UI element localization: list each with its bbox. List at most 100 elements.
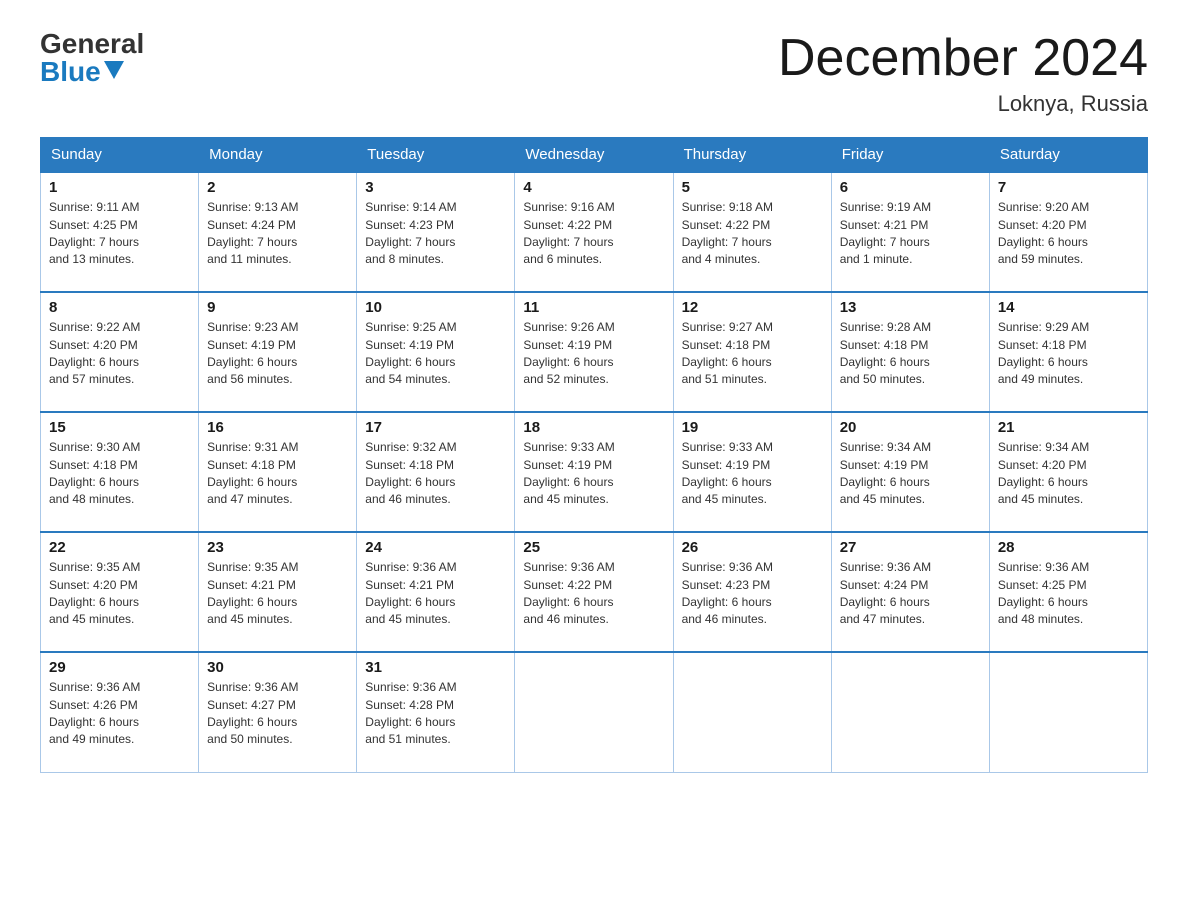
day-info: Sunrise: 9:27 AMSunset: 4:18 PMDaylight:… bbox=[682, 319, 823, 389]
day-number: 12 bbox=[682, 299, 823, 316]
day-number: 17 bbox=[365, 419, 506, 436]
calendar-week-row: 8 Sunrise: 9:22 AMSunset: 4:20 PMDaylight… bbox=[41, 292, 1148, 412]
calendar-cell: 9Sunrise: 9:23 AMSunset: 4:19 PMDaylight… bbox=[199, 292, 357, 412]
logo: General Blue bbox=[40, 30, 144, 86]
day-info: Sunrise: 9:34 AMSunset: 4:19 PMDaylight:… bbox=[840, 439, 981, 509]
weekday-header-friday: Friday bbox=[831, 138, 989, 173]
calendar-table: SundayMondayTuesdayWednesdayThursdayFrid… bbox=[40, 137, 1148, 773]
weekday-header-row: SundayMondayTuesdayWednesdayThursdayFrid… bbox=[41, 138, 1148, 173]
day-number: 24 bbox=[365, 539, 506, 556]
calendar-cell: 13 Sunrise: 9:28 AMSunset: 4:18 PMDayligh… bbox=[831, 292, 989, 412]
logo-triangle-icon bbox=[104, 61, 124, 79]
weekday-header-monday: Monday bbox=[199, 138, 357, 173]
calendar-cell: 11Sunrise: 9:26 AMSunset: 4:19 PMDayligh… bbox=[515, 292, 673, 412]
calendar-cell: 8 Sunrise: 9:22 AMSunset: 4:20 PMDaylight… bbox=[41, 292, 199, 412]
calendar-cell: 12 Sunrise: 9:27 AMSunset: 4:18 PMDayligh… bbox=[673, 292, 831, 412]
day-info: Sunrise: 9:33 AMSunset: 4:19 PMDaylight:… bbox=[682, 439, 823, 509]
calendar-cell: 4Sunrise: 9:16 AMSunset: 4:22 PMDaylight… bbox=[515, 172, 673, 292]
calendar-week-row: 1Sunrise: 9:11 AMSunset: 4:25 PMDaylight… bbox=[41, 172, 1148, 292]
calendar-cell: 6 Sunrise: 9:19 AMSunset: 4:21 PMDaylight… bbox=[831, 172, 989, 292]
calendar-cell: 20 Sunrise: 9:34 AMSunset: 4:19 PMDayligh… bbox=[831, 412, 989, 532]
day-info: Sunrise: 9:23 AMSunset: 4:19 PMDaylight:… bbox=[207, 319, 348, 389]
day-info: Sunrise: 9:36 AMSunset: 4:25 PMDaylight:… bbox=[998, 559, 1139, 629]
calendar-cell: 7Sunrise: 9:20 AMSunset: 4:20 PMDaylight… bbox=[989, 172, 1147, 292]
calendar-cell: 29 Sunrise: 9:36 AMSunset: 4:26 PMDayligh… bbox=[41, 652, 199, 772]
title-block: December 2024 Loknya, Russia bbox=[778, 30, 1148, 117]
day-info: Sunrise: 9:36 AMSunset: 4:27 PMDaylight:… bbox=[207, 679, 348, 749]
day-number: 22 bbox=[49, 539, 190, 556]
logo-general-text: General bbox=[40, 30, 144, 58]
calendar-week-row: 15Sunrise: 9:30 AMSunset: 4:18 PMDayligh… bbox=[41, 412, 1148, 532]
day-info: Sunrise: 9:29 AMSunset: 4:18 PMDaylight:… bbox=[998, 319, 1139, 389]
page-header: General Blue December 2024 Loknya, Russi… bbox=[40, 30, 1148, 117]
calendar-cell: 5 Sunrise: 9:18 AMSunset: 4:22 PMDaylight… bbox=[673, 172, 831, 292]
day-number: 23 bbox=[207, 539, 348, 556]
day-info: Sunrise: 9:11 AMSunset: 4:25 PMDaylight:… bbox=[49, 199, 190, 269]
day-info: Sunrise: 9:36 AMSunset: 4:21 PMDaylight:… bbox=[365, 559, 506, 629]
calendar-cell: 19Sunrise: 9:33 AMSunset: 4:19 PMDayligh… bbox=[673, 412, 831, 532]
day-number: 27 bbox=[840, 539, 981, 556]
day-info: Sunrise: 9:32 AMSunset: 4:18 PMDaylight:… bbox=[365, 439, 506, 509]
calendar-cell: 15Sunrise: 9:30 AMSunset: 4:18 PMDayligh… bbox=[41, 412, 199, 532]
weekday-header-sunday: Sunday bbox=[41, 138, 199, 173]
calendar-cell: 26 Sunrise: 9:36 AMSunset: 4:23 PMDayligh… bbox=[673, 532, 831, 652]
day-number: 28 bbox=[998, 539, 1139, 556]
day-number: 10 bbox=[365, 299, 506, 316]
day-info: Sunrise: 9:18 AMSunset: 4:22 PMDaylight:… bbox=[682, 199, 823, 269]
day-number: 14 bbox=[998, 299, 1139, 316]
calendar-week-row: 29 Sunrise: 9:36 AMSunset: 4:26 PMDayligh… bbox=[41, 652, 1148, 772]
day-info: Sunrise: 9:36 AMSunset: 4:26 PMDaylight:… bbox=[49, 679, 190, 749]
day-info: Sunrise: 9:35 AMSunset: 4:21 PMDaylight:… bbox=[207, 559, 348, 629]
calendar-cell: 3Sunrise: 9:14 AMSunset: 4:23 PMDaylight… bbox=[357, 172, 515, 292]
day-number: 8 bbox=[49, 299, 190, 316]
day-info: Sunrise: 9:30 AMSunset: 4:18 PMDaylight:… bbox=[49, 439, 190, 509]
calendar-cell: 30 Sunrise: 9:36 AMSunset: 4:27 PMDayligh… bbox=[199, 652, 357, 772]
calendar-cell: 16Sunrise: 9:31 AMSunset: 4:18 PMDayligh… bbox=[199, 412, 357, 532]
day-info: Sunrise: 9:36 AMSunset: 4:24 PMDaylight:… bbox=[840, 559, 981, 629]
day-info: Sunrise: 9:26 AMSunset: 4:19 PMDaylight:… bbox=[523, 319, 664, 389]
day-info: Sunrise: 9:36 AMSunset: 4:28 PMDaylight:… bbox=[365, 679, 506, 749]
day-number: 25 bbox=[523, 539, 664, 556]
day-number: 21 bbox=[998, 419, 1139, 436]
weekday-header-thursday: Thursday bbox=[673, 138, 831, 173]
calendar-cell: 2 Sunrise: 9:13 AMSunset: 4:24 PMDaylight… bbox=[199, 172, 357, 292]
day-info: Sunrise: 9:16 AMSunset: 4:22 PMDaylight:… bbox=[523, 199, 664, 269]
day-number: 20 bbox=[840, 419, 981, 436]
calendar-cell: 18Sunrise: 9:33 AMSunset: 4:19 PMDayligh… bbox=[515, 412, 673, 532]
calendar-cell: 14 Sunrise: 9:29 AMSunset: 4:18 PMDayligh… bbox=[989, 292, 1147, 412]
calendar-cell: 22Sunrise: 9:35 AMSunset: 4:20 PMDayligh… bbox=[41, 532, 199, 652]
day-info: Sunrise: 9:19 AMSunset: 4:21 PMDaylight:… bbox=[840, 199, 981, 269]
day-number: 13 bbox=[840, 299, 981, 316]
day-info: Sunrise: 9:13 AMSunset: 4:24 PMDaylight:… bbox=[207, 199, 348, 269]
day-number: 31 bbox=[365, 659, 506, 676]
day-number: 26 bbox=[682, 539, 823, 556]
day-number: 6 bbox=[840, 179, 981, 196]
day-number: 18 bbox=[523, 419, 664, 436]
day-info: Sunrise: 9:36 AMSunset: 4:23 PMDaylight:… bbox=[682, 559, 823, 629]
calendar-cell: 25 Sunrise: 9:36 AMSunset: 4:22 PMDayligh… bbox=[515, 532, 673, 652]
day-info: Sunrise: 9:28 AMSunset: 4:18 PMDaylight:… bbox=[840, 319, 981, 389]
day-info: Sunrise: 9:31 AMSunset: 4:18 PMDaylight:… bbox=[207, 439, 348, 509]
day-number: 30 bbox=[207, 659, 348, 676]
calendar-cell bbox=[989, 652, 1147, 772]
calendar-cell: 24 Sunrise: 9:36 AMSunset: 4:21 PMDayligh… bbox=[357, 532, 515, 652]
calendar-cell: 28 Sunrise: 9:36 AMSunset: 4:25 PMDayligh… bbox=[989, 532, 1147, 652]
calendar-cell: 27 Sunrise: 9:36 AMSunset: 4:24 PMDayligh… bbox=[831, 532, 989, 652]
calendar-cell bbox=[673, 652, 831, 772]
weekday-header-saturday: Saturday bbox=[989, 138, 1147, 173]
calendar-cell: 23 Sunrise: 9:35 AMSunset: 4:21 PMDayligh… bbox=[199, 532, 357, 652]
calendar-cell: 10Sunrise: 9:25 AMSunset: 4:19 PMDayligh… bbox=[357, 292, 515, 412]
weekday-header-wednesday: Wednesday bbox=[515, 138, 673, 173]
weekday-header-tuesday: Tuesday bbox=[357, 138, 515, 173]
day-info: Sunrise: 9:14 AMSunset: 4:23 PMDaylight:… bbox=[365, 199, 506, 269]
day-number: 2 bbox=[207, 179, 348, 196]
day-number: 29 bbox=[49, 659, 190, 676]
day-info: Sunrise: 9:22 AMSunset: 4:20 PMDaylight:… bbox=[49, 319, 190, 389]
day-number: 5 bbox=[682, 179, 823, 196]
day-info: Sunrise: 9:36 AMSunset: 4:22 PMDaylight:… bbox=[523, 559, 664, 629]
day-info: Sunrise: 9:34 AMSunset: 4:20 PMDaylight:… bbox=[998, 439, 1139, 509]
calendar-cell bbox=[515, 652, 673, 772]
calendar-week-row: 22Sunrise: 9:35 AMSunset: 4:20 PMDayligh… bbox=[41, 532, 1148, 652]
month-title: December 2024 bbox=[778, 30, 1148, 87]
calendar-cell bbox=[831, 652, 989, 772]
